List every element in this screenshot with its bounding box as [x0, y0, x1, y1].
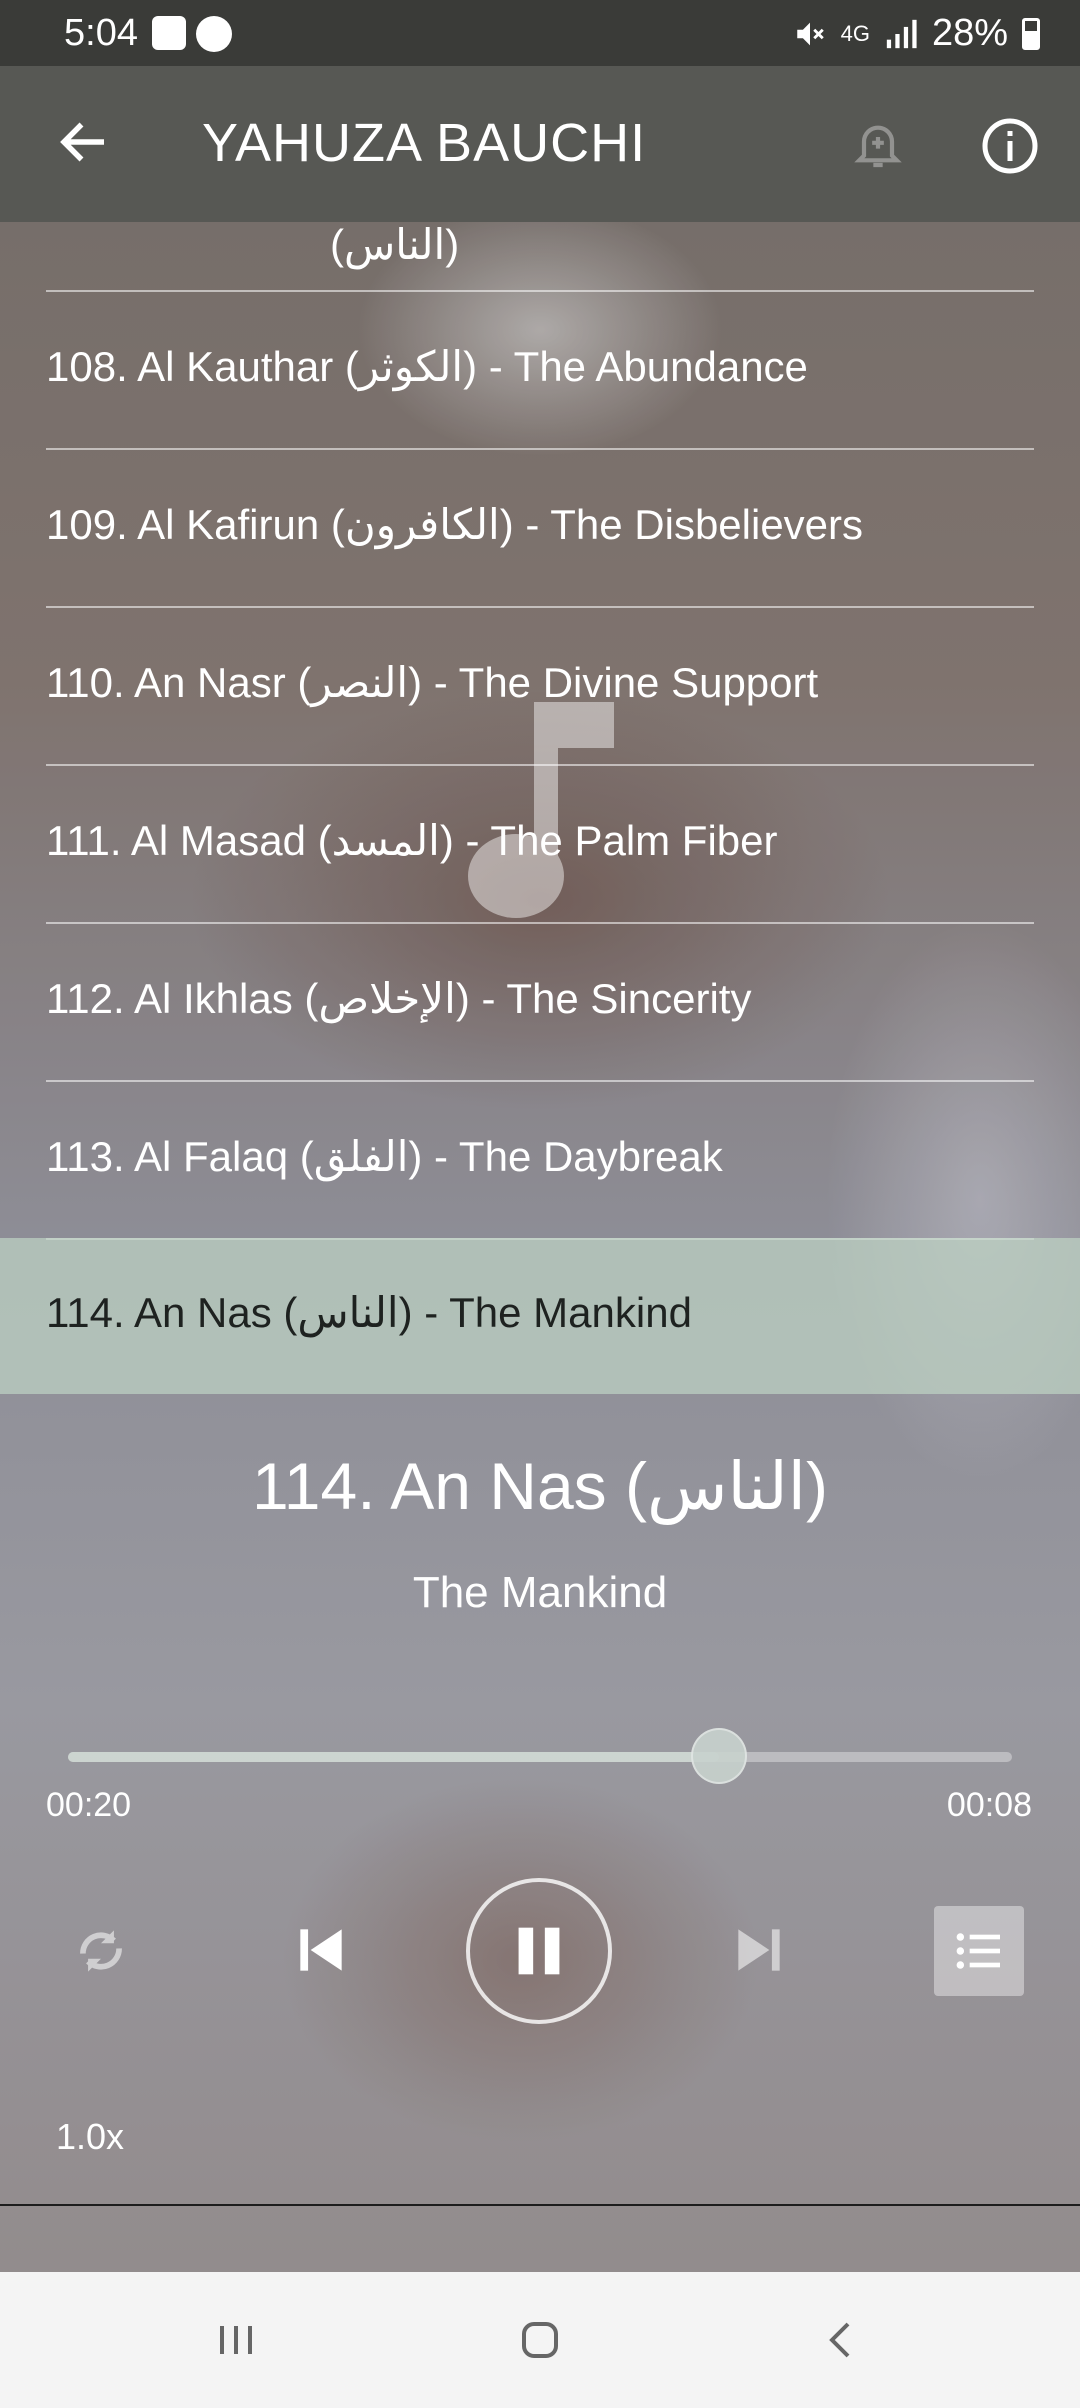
system-nav-bar [0, 2272, 1080, 2408]
status-time: 5:04 [64, 12, 138, 54]
playlist-button[interactable] [934, 1906, 1024, 1996]
recents-icon[interactable] [212, 2316, 260, 2364]
list-item-label: 111. Al Masad (المسد) - The Palm Fiber [46, 817, 778, 864]
seek-progress [68, 1752, 720, 1762]
playback-speed[interactable]: 1.0x [56, 2116, 124, 2158]
next-button[interactable] [728, 1916, 790, 1984]
system-back-icon[interactable] [818, 2316, 866, 2364]
gallery-notification-icon [152, 16, 186, 50]
battery-icon [1022, 17, 1040, 50]
back-arrow-icon[interactable] [54, 112, 114, 172]
page-title: YAHUZA BAUCHI [202, 113, 647, 173]
status-right: 4G 28% [793, 12, 1040, 55]
status-notification-icons [152, 16, 232, 52]
network-type: 4G [840, 20, 870, 46]
phone-notification-icon [196, 16, 232, 52]
status-bar: 5:04 4G 28% [0, 0, 1080, 66]
list-item-label: 109. Al Kafirun (الكافرون) - The Disbeli… [46, 501, 864, 548]
skip-next-icon [738, 1929, 780, 1971]
signal-icon [886, 19, 917, 48]
list-item-label: 114. An Nas (الناس) - The Mankind [46, 1289, 692, 1336]
mute-icon [796, 22, 824, 45]
repeat-icon [80, 1930, 122, 1972]
list-item-active[interactable]: 114. An Nas (الناس) - The Mankind [0, 1238, 1080, 1394]
list-item-label: 113. Al Falaq (الفلق) - The Daybreak [46, 1133, 723, 1180]
battery-percent: 28% [931, 12, 1008, 54]
pause-icon [518, 1927, 560, 1975]
divider-line [0, 2204, 1080, 2206]
playlist-icon [956, 1933, 1000, 1969]
now-playing-title: 114. An Nas (الناس) [251, 1449, 829, 1523]
list-item-label: 108. Al Kauthar (الكوثر) - The Abundance [46, 343, 808, 390]
elapsed-time: 00:20 [46, 1786, 132, 1824]
list-item[interactable]: 108. Al Kauthar (الكوثر) - The Abundance [0, 292, 1080, 449]
previous-button[interactable] [290, 1916, 352, 1984]
list-item[interactable]: (الناس) [0, 222, 1080, 292]
pause-button[interactable] [466, 1878, 612, 2024]
app-bar: YAHUZA BAUCHI [0, 66, 1080, 222]
skip-previous-icon [300, 1929, 342, 1971]
music-note-icon [468, 702, 614, 918]
list-item[interactable]: 112. Al Ikhlas (الإخلاص) - The Sincerity [0, 924, 1080, 1081]
remaining-time: 00:08 [946, 1786, 1032, 1824]
home-icon[interactable] [516, 2316, 564, 2364]
list-item-label: (الناس) [330, 222, 460, 268]
info-icon[interactable] [980, 116, 1040, 176]
seek-bar[interactable] [68, 1728, 1012, 1784]
repeat-button[interactable] [70, 1920, 132, 1982]
bell-add-icon[interactable] [850, 116, 906, 172]
seek-thumb[interactable] [691, 1728, 748, 1784]
now-playing-subtitle: The Mankind [412, 1568, 668, 1617]
list-item[interactable]: 109. Al Kafirun (الكافرون) - The Disbeli… [0, 450, 1080, 607]
list-item-label: 112. Al Ikhlas (الإخلاص) - The Sincerity [46, 975, 752, 1022]
list-item[interactable]: 113. Al Falaq (الفلق) - The Daybreak [0, 1082, 1080, 1239]
list-item-label: 110. An Nasr (النصر) - The Divine Suppor… [46, 659, 819, 706]
